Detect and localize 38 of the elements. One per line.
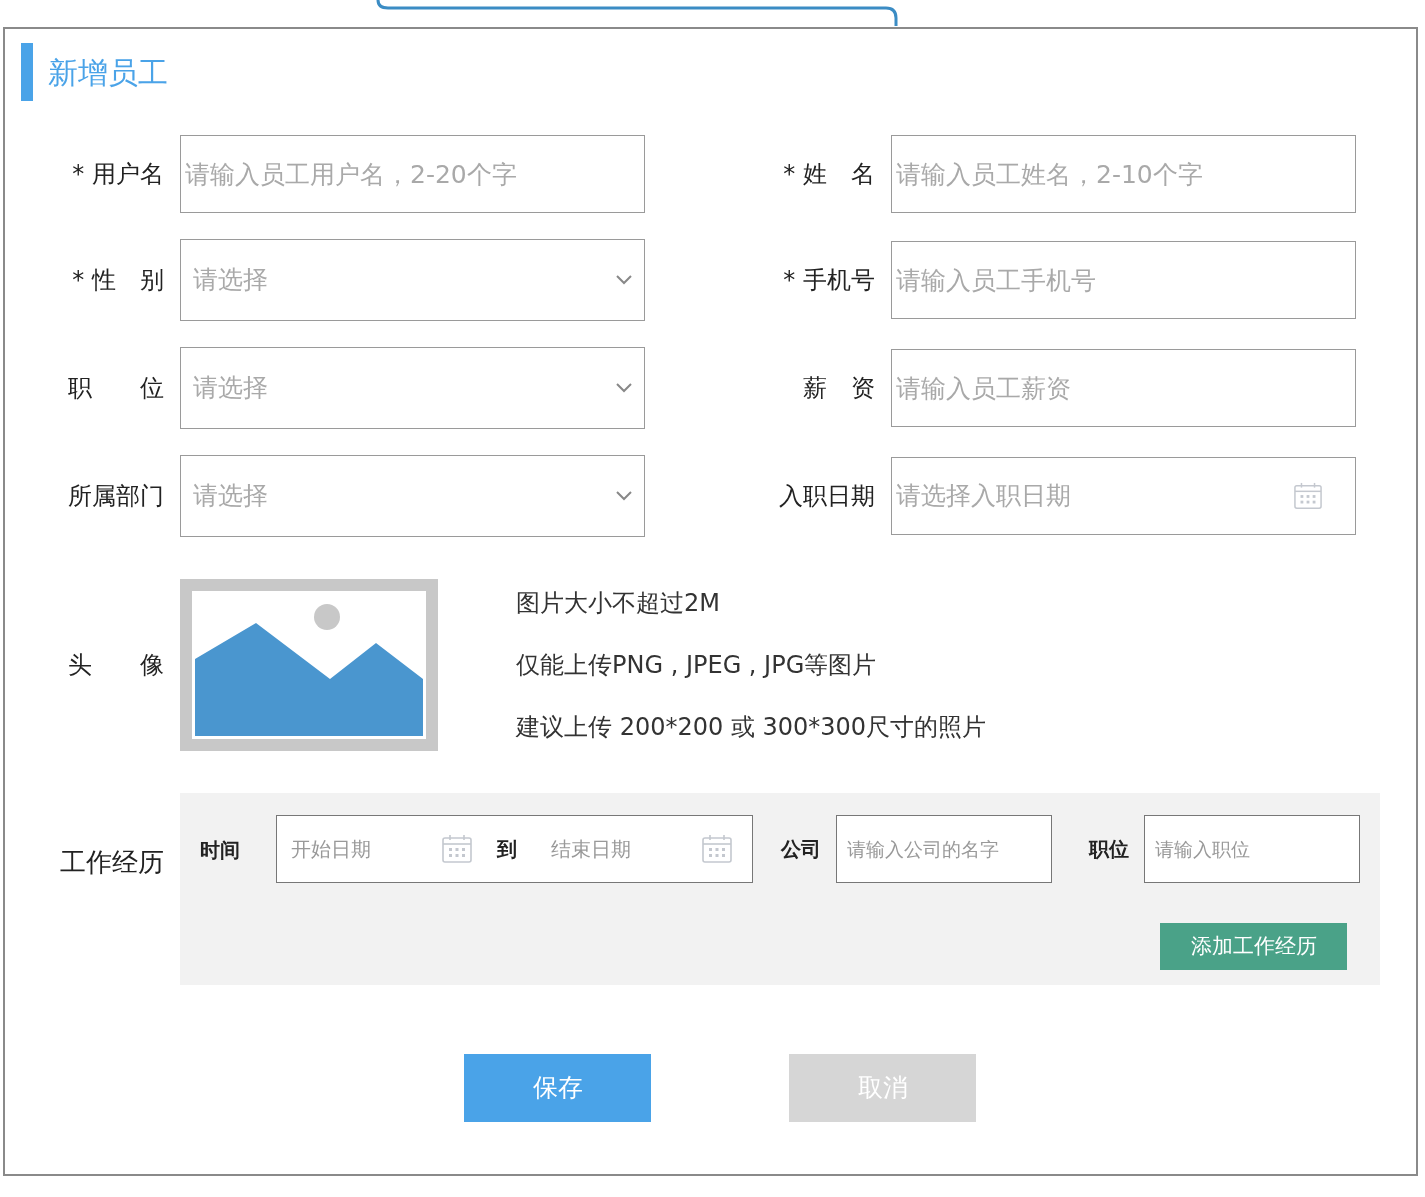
field-label: 职位 (1088, 836, 1130, 863)
upload-hint: 图片大小不超过2M (516, 588, 721, 619)
select-field[interactable]: 请选择 (180, 239, 645, 321)
input-field[interactable]: 请输入公司的名字 (835, 815, 1052, 883)
input-field[interactable]: 请输入职位 (1144, 815, 1360, 883)
field-label: 职 位 (68, 373, 164, 404)
field-label: 薪 资 (803, 373, 875, 404)
upload-hint: 建议上传 200*200 或 300*300尺寸的照片 (516, 712, 987, 743)
field-label: 公司 (780, 836, 822, 863)
select-field[interactable]: 请选择 (180, 347, 645, 429)
field-label: * 手机号 (783, 265, 875, 296)
input-field[interactable]: 请输入员工薪资 (891, 349, 1356, 427)
field-label: 工作经历 (59, 846, 165, 879)
input-field[interactable]: 请输入员工姓名，2-10个字 (891, 135, 1356, 213)
input-field[interactable]: 请输入员工用户名，2-20个字 (180, 135, 645, 213)
save-button[interactable]: 保存 (464, 1054, 651, 1122)
title-accent-bar (21, 43, 33, 101)
field-label: * 姓 名 (783, 159, 875, 190)
calendar-icon (1293, 482, 1323, 510)
add-work-history-button[interactable]: 添加工作经历 (1160, 923, 1347, 970)
calendar-icon (700, 834, 733, 864)
image-placeholder-icon[interactable] (180, 579, 438, 751)
select-field[interactable]: 请选择 (180, 455, 645, 537)
field-label: 入职日期 (779, 481, 875, 512)
chevron-down-icon (616, 491, 632, 501)
chevron-down-icon (616, 383, 632, 393)
field-label: * 性 别 (72, 265, 164, 296)
field-label: * 用户名 (72, 159, 164, 190)
field-label: 所属部门 (68, 481, 164, 512)
chevron-down-icon (616, 275, 632, 285)
dialog-title: 新增员工 (48, 53, 168, 92)
calendar-icon (440, 834, 473, 864)
date-field[interactable]: 请选择入职日期 (891, 457, 1356, 535)
input-field[interactable]: 请输入员工手机号 (891, 241, 1356, 319)
field-label: 头 像 (67, 650, 165, 681)
date-range-field[interactable]: 开始日期 到 结束日期 (275, 815, 753, 883)
upload-hint: 仅能上传PNG , JPEG , JPG等图片 (516, 650, 878, 681)
field-label: 时间 (200, 837, 241, 864)
